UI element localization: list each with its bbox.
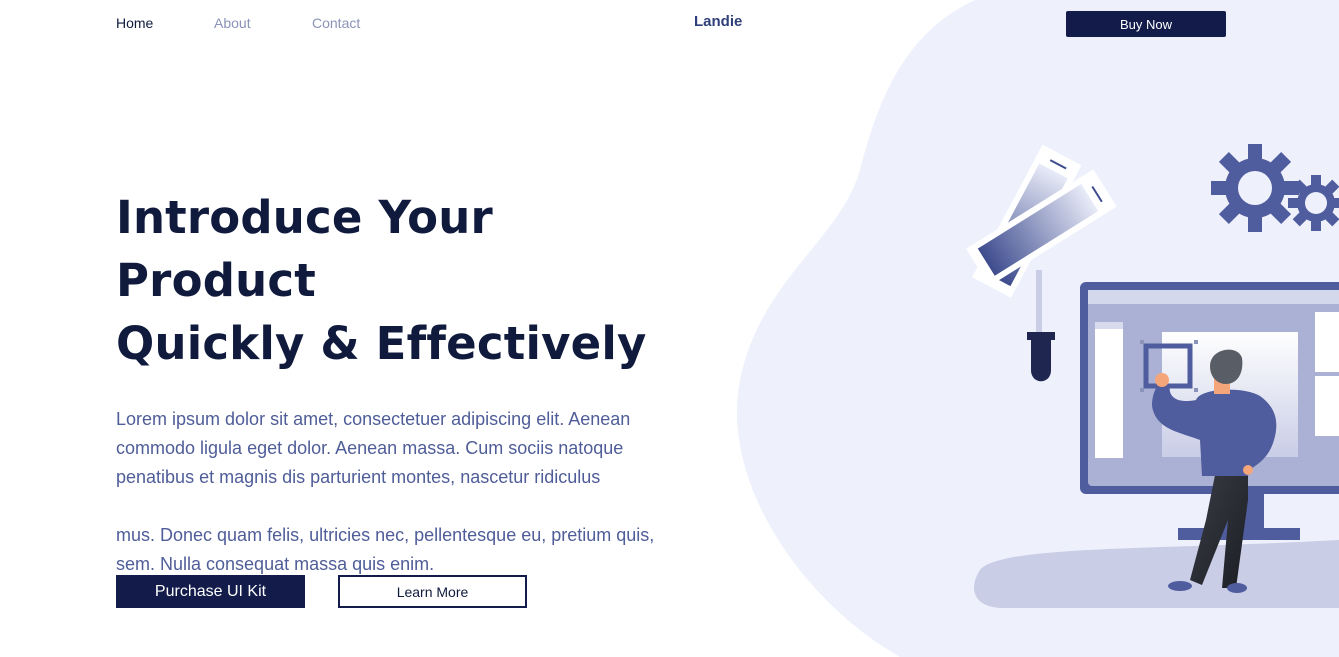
nav-home-link[interactable]: Home [116,15,153,31]
eyedropper-icon [1027,270,1055,382]
nav-about-link[interactable]: About [214,15,251,31]
gear-icon [1211,144,1299,232]
learn-more-button[interactable]: Learn More [338,575,527,608]
purchase-ui-kit-button[interactable]: Purchase UI Kit [116,575,305,608]
hero-title-line-2: Quickly & Effectively [116,317,647,370]
brand-logo[interactable]: Landie [694,13,742,30]
hero-title: Introduce Your Product Quickly & Effecti… [116,186,676,375]
floor-shadow [974,540,1339,608]
hero-illustration [966,144,1339,608]
hero-description: Lorem ipsum dolor sit amet, consectetuer… [116,405,656,579]
hero-title-line-1: Introduce Your Product [116,191,493,307]
nav-contact-link[interactable]: Contact [312,15,360,31]
hero-section: Introduce Your Product Quickly & Effecti… [116,186,676,579]
buy-now-button[interactable]: Buy Now [1066,11,1226,37]
hero-paragraph-2: mus. Donec quam felis, ultricies nec, pe… [116,525,655,574]
hero-paragraph-1: Lorem ipsum dolor sit amet, consectetuer… [116,409,631,487]
top-navigation: Home About Contact Landie Buy Now [0,0,1339,46]
